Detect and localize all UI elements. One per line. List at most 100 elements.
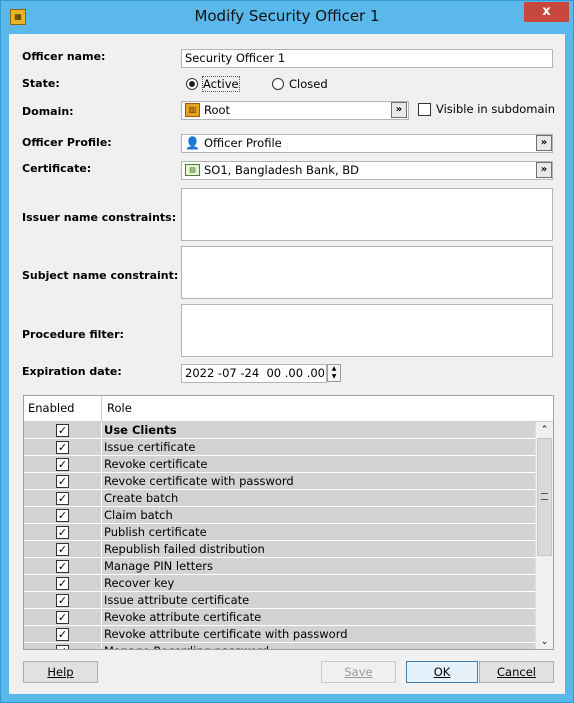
cell-divider bbox=[101, 490, 102, 507]
role-label: Republish failed distribution bbox=[104, 542, 265, 556]
visible-in-subdomain-label[interactable]: Visible in subdomain bbox=[436, 102, 555, 116]
officer-name-input[interactable]: Security Officer 1 bbox=[181, 49, 553, 68]
state-label: State: bbox=[22, 77, 60, 90]
dialog-window: ▦ Modify Security Officer 1 x Officer na… bbox=[0, 0, 574, 703]
officer-profile-browse-button[interactable]: » bbox=[536, 135, 552, 151]
role-label: Revoke attribute certificate bbox=[104, 610, 262, 624]
state-active-label[interactable]: Active bbox=[202, 76, 240, 92]
cell-divider bbox=[101, 473, 102, 490]
table-row[interactable]: ✓ Revoke certificate bbox=[24, 456, 535, 473]
certificate-label: Certificate: bbox=[22, 162, 92, 175]
cell-divider bbox=[101, 422, 102, 439]
enabled-checkbox[interactable]: ✓ bbox=[56, 628, 69, 641]
enabled-checkbox[interactable]: ✓ bbox=[56, 509, 69, 522]
enabled-checkbox[interactable]: ✓ bbox=[56, 611, 69, 624]
cell-divider bbox=[101, 541, 102, 558]
role-label: Recover key bbox=[104, 576, 175, 590]
certificate-browse-button[interactable]: » bbox=[536, 162, 552, 178]
cell-divider bbox=[101, 507, 102, 524]
enabled-checkbox[interactable]: ✓ bbox=[56, 560, 69, 573]
title-bar[interactable]: ▦ Modify Security Officer 1 x bbox=[1, 1, 573, 34]
table-row[interactable]: ✓ Publish certificate bbox=[24, 524, 535, 541]
state-active-radio[interactable] bbox=[186, 78, 198, 90]
visible-in-subdomain-checkbox[interactable] bbox=[418, 103, 431, 116]
expiration-date-spinner[interactable]: ▲ ▼ bbox=[327, 364, 341, 382]
cell-divider bbox=[101, 439, 102, 456]
window-title: Modify Security Officer 1 bbox=[194, 7, 380, 25]
save-label: Save bbox=[344, 665, 373, 679]
domain-field[interactable]: ▥ Root bbox=[181, 101, 409, 120]
state-closed-radio[interactable] bbox=[272, 78, 284, 90]
role-label: Revoke certificate with password bbox=[104, 474, 294, 488]
table-row[interactable]: ✓ Manage Recording password bbox=[24, 643, 535, 649]
grip-icon bbox=[541, 493, 548, 500]
scroll-down-icon[interactable]: ⌄ bbox=[536, 634, 553, 649]
close-button[interactable]: x bbox=[524, 2, 569, 22]
table-row[interactable]: ✓ Republish failed distribution bbox=[24, 541, 535, 558]
enabled-checkbox[interactable]: ✓ bbox=[56, 441, 69, 454]
scroll-up-icon[interactable]: ⌃ bbox=[536, 422, 553, 438]
officer-profile-field[interactable]: 👤 Officer Profile bbox=[181, 134, 553, 153]
subject-name-constraint-input[interactable] bbox=[181, 246, 553, 299]
enabled-checkbox[interactable]: ✓ bbox=[56, 492, 69, 505]
certificate-icon: ▤ bbox=[185, 164, 200, 176]
role-label: Revoke certificate bbox=[104, 457, 208, 471]
table-row[interactable]: ✓ Claim batch bbox=[24, 507, 535, 524]
table-row[interactable]: ✓ Revoke attribute certificate with passw… bbox=[24, 626, 535, 643]
column-divider[interactable] bbox=[101, 396, 102, 421]
table-row[interactable]: ✓ Recover key bbox=[24, 575, 535, 592]
role-label: Manage Recording password bbox=[104, 644, 269, 649]
help-label: Help bbox=[47, 665, 74, 679]
ok-button[interactable]: OK bbox=[406, 661, 478, 683]
table-row[interactable]: ✓ Use Clients bbox=[24, 422, 535, 439]
table-row[interactable]: ✓ Create batch bbox=[24, 490, 535, 507]
enabled-checkbox[interactable]: ✓ bbox=[56, 645, 69, 649]
table-row[interactable]: ✓ Issue attribute certificate bbox=[24, 592, 535, 609]
enabled-checkbox[interactable]: ✓ bbox=[56, 458, 69, 471]
cell-divider bbox=[101, 609, 102, 626]
enabled-checkbox[interactable]: ✓ bbox=[56, 543, 69, 556]
spin-down-icon[interactable]: ▼ bbox=[328, 373, 340, 381]
cell-divider bbox=[101, 592, 102, 609]
procedure-filter-label: Procedure filter: bbox=[22, 328, 124, 341]
role-label: Create batch bbox=[104, 491, 179, 505]
roles-scrollbar[interactable]: ⌃ ⌄ bbox=[535, 422, 553, 649]
enabled-checkbox[interactable]: ✓ bbox=[56, 594, 69, 607]
role-label: Use Clients bbox=[104, 423, 177, 437]
enabled-checkbox[interactable]: ✓ bbox=[56, 526, 69, 539]
role-label: Claim batch bbox=[104, 508, 173, 522]
domain-browse-button[interactable]: » bbox=[391, 102, 407, 118]
column-enabled[interactable]: Enabled bbox=[28, 401, 74, 415]
table-row[interactable]: ✓ Issue certificate bbox=[24, 439, 535, 456]
enabled-checkbox[interactable]: ✓ bbox=[56, 424, 69, 437]
domain-value: Root bbox=[204, 103, 231, 117]
subject-name-constraint-label: Subject name constraint: bbox=[22, 269, 179, 282]
cell-divider bbox=[101, 575, 102, 592]
user-profile-icon: 👤 bbox=[185, 136, 200, 150]
state-closed-label[interactable]: Closed bbox=[289, 77, 328, 91]
cancel-button[interactable]: Cancel bbox=[479, 661, 554, 683]
table-row[interactable]: ✓ Revoke attribute certificate bbox=[24, 609, 535, 626]
expiration-date-input[interactable]: 2022 -07 -24 00 .00 .00 bbox=[181, 364, 327, 383]
enabled-checkbox[interactable]: ✓ bbox=[56, 475, 69, 488]
table-row[interactable]: ✓ Manage PIN letters bbox=[24, 558, 535, 575]
cell-divider bbox=[101, 626, 102, 643]
role-label: Manage PIN letters bbox=[104, 559, 214, 573]
certificate-value: SO1, Bangladesh Bank, BD bbox=[204, 163, 359, 177]
save-button[interactable]: Save bbox=[321, 661, 396, 683]
issuer-name-constraints-label: Issuer name constraints: bbox=[22, 211, 177, 224]
spin-up-icon[interactable]: ▲ bbox=[328, 365, 340, 373]
issuer-name-constraints-input[interactable] bbox=[181, 188, 553, 241]
cell-divider bbox=[101, 456, 102, 473]
procedure-filter-input[interactable] bbox=[181, 304, 553, 357]
column-role[interactable]: Role bbox=[107, 401, 132, 415]
scroll-thumb[interactable] bbox=[537, 438, 552, 556]
role-label: Issue attribute certificate bbox=[104, 593, 250, 607]
roles-table: Enabled Role ✓ Use Clients ✓ Issue certific… bbox=[23, 395, 554, 650]
dialog-body: Officer name: Security Officer 1 State: … bbox=[9, 34, 565, 694]
help-button[interactable]: Help bbox=[23, 661, 98, 683]
role-label: Issue certificate bbox=[104, 440, 196, 454]
enabled-checkbox[interactable]: ✓ bbox=[56, 577, 69, 590]
certificate-field[interactable]: ▤ SO1, Bangladesh Bank, BD bbox=[181, 161, 553, 180]
table-row[interactable]: ✓ Revoke certificate with password bbox=[24, 473, 535, 490]
